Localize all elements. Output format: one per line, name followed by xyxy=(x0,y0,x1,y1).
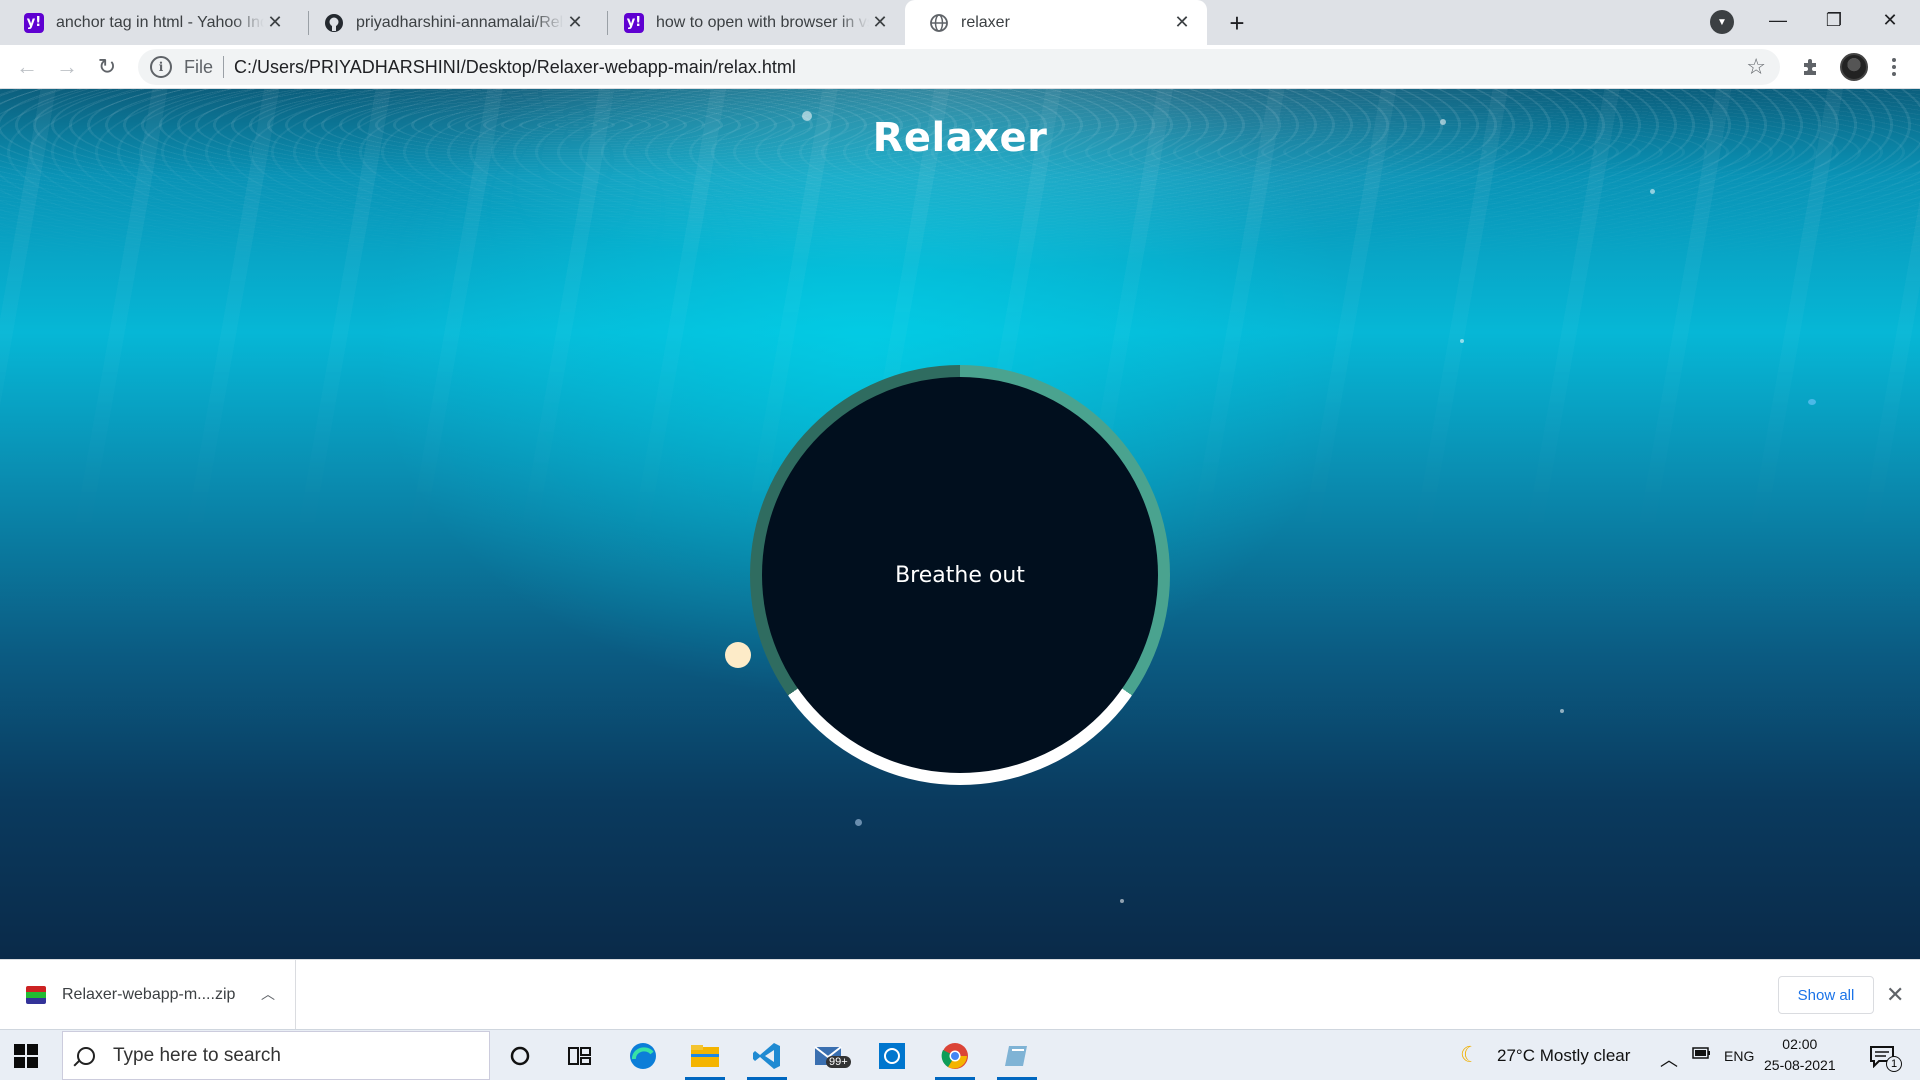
weather-text[interactable]: 27°C Mostly clear xyxy=(1497,1046,1630,1066)
tab-relaxer[interactable]: relaxer ✕ xyxy=(905,0,1207,45)
close-icon[interactable]: ✕ xyxy=(1886,982,1904,1008)
bubble xyxy=(855,819,862,826)
search-placeholder: Type here to search xyxy=(113,1044,281,1066)
download-file-name: Relaxer-webapp-m....zip xyxy=(62,986,236,1003)
mail-icon[interactable]: 99+ xyxy=(810,1036,851,1076)
progress-pointer xyxy=(725,642,751,668)
close-icon[interactable]: ✕ xyxy=(869,12,891,34)
close-icon[interactable]: ✕ xyxy=(264,12,286,34)
reload-button[interactable]: ↻ xyxy=(92,52,122,82)
page-title: Relaxer xyxy=(872,115,1048,161)
breath-instruction: Breathe out xyxy=(895,562,1025,588)
chevron-up-icon[interactable]: ︿ xyxy=(261,984,275,1004)
back-button[interactable]: ← xyxy=(12,52,42,82)
vscode-icon[interactable] xyxy=(747,1036,787,1076)
bubble xyxy=(1120,899,1124,903)
tab-title: priyadharshini-annamalai/Relaxer xyxy=(356,13,564,31)
forward-button[interactable]: → xyxy=(52,52,82,82)
show-all-button[interactable]: Show all xyxy=(1778,976,1874,1014)
task-view-icon[interactable] xyxy=(560,1036,600,1076)
profile-avatar[interactable] xyxy=(1840,53,1868,81)
tab-search-icon[interactable]: ▼ xyxy=(1710,10,1734,34)
github-icon xyxy=(324,13,344,33)
yahoo-icon: y! xyxy=(24,12,44,33)
yahoo-icon: y! xyxy=(624,12,644,33)
taskbar-clock[interactable]: 02:00 25-08-2021 xyxy=(1764,1034,1836,1076)
bookmark-star-icon[interactable]: ☆ xyxy=(1746,54,1766,80)
scheme-label: File xyxy=(184,56,214,77)
browser-toolbar: ← → ↻ i File C:/Users/PRIYADHARSHINI/Des… xyxy=(0,45,1920,89)
bubble xyxy=(1460,339,1464,343)
clock-date: 25-08-2021 xyxy=(1764,1057,1836,1073)
breath-inner-circle: Breathe out xyxy=(762,377,1158,773)
breathing-circle: Breathe out xyxy=(750,365,1170,785)
tab-yahoo-vscode[interactable]: y! how to open with browser in vs code ✕ xyxy=(600,0,905,45)
tab-github[interactable]: priyadharshini-annamalai/Relaxer ✕ xyxy=(300,0,600,45)
tray-chevron-icon[interactable]: ︿ xyxy=(1660,1046,1678,1072)
url-text[interactable]: C:/Users/PRIYADHARSHINI/Desktop/Relaxer-… xyxy=(234,57,796,78)
chrome-icon[interactable] xyxy=(935,1036,975,1076)
close-window-button[interactable]: ✕ xyxy=(1862,0,1918,40)
notification-center-icon[interactable]: 1 xyxy=(1862,1036,1902,1076)
file-explorer-icon[interactable] xyxy=(685,1036,725,1076)
close-icon[interactable]: ✕ xyxy=(1171,12,1193,34)
clock-time: 02:00 xyxy=(1782,1036,1818,1052)
tab-title: relaxer xyxy=(961,13,1010,31)
search-icon xyxy=(77,1046,95,1065)
archive-icon xyxy=(26,986,46,1004)
dell-icon[interactable] xyxy=(872,1036,912,1076)
bubble xyxy=(1650,189,1655,194)
tab-title: how to open with browser in vs code xyxy=(656,13,869,31)
minimize-button[interactable]: ― xyxy=(1750,0,1806,40)
restore-button[interactable]: ❐ xyxy=(1806,0,1862,40)
language-indicator[interactable]: ENG xyxy=(1724,1048,1754,1064)
tab-yahoo-anchor[interactable]: y! anchor tag in html - Yahoo India ✕ xyxy=(0,0,300,45)
address-bar[interactable]: i File C:/Users/PRIYADHARSHINI/Desktop/R… xyxy=(138,49,1780,85)
cortana-icon[interactable] xyxy=(500,1036,540,1076)
new-tab-button[interactable]: + xyxy=(1220,6,1254,40)
windows-taskbar: Type here to search 99+ ☾ 27°C Mostly cl… xyxy=(0,1029,1920,1080)
omnibox-separator xyxy=(223,56,225,78)
weather-moon-icon: ☾ xyxy=(1460,1042,1480,1067)
bubble xyxy=(1808,399,1816,405)
download-shelf: Relaxer-webapp-m....zip ︿ Show all ✕ xyxy=(0,959,1920,1030)
taskbar-search[interactable]: Type here to search xyxy=(62,1031,490,1080)
download-item[interactable]: Relaxer-webapp-m....zip ︿ xyxy=(0,960,296,1030)
globe-icon xyxy=(929,13,949,33)
page-background: Relaxer Breathe out xyxy=(0,89,1920,959)
notification-badge: 1 xyxy=(1886,1056,1902,1072)
info-icon[interactable]: i xyxy=(150,56,172,78)
mail-badge: 99+ xyxy=(826,1056,851,1068)
windows-start-icon[interactable] xyxy=(14,1044,38,1068)
notepad-icon[interactable] xyxy=(997,1036,1037,1076)
close-icon[interactable]: ✕ xyxy=(564,12,586,34)
battery-icon[interactable] xyxy=(1692,1046,1712,1065)
bubble xyxy=(1560,709,1564,713)
tab-title: anchor tag in html - Yahoo India xyxy=(56,13,264,31)
menu-icon[interactable] xyxy=(1882,53,1906,81)
extensions-icon[interactable] xyxy=(1798,55,1822,79)
edge-icon[interactable] xyxy=(623,1036,663,1076)
tab-strip: y! anchor tag in html - Yahoo India ✕ pr… xyxy=(0,0,1920,45)
